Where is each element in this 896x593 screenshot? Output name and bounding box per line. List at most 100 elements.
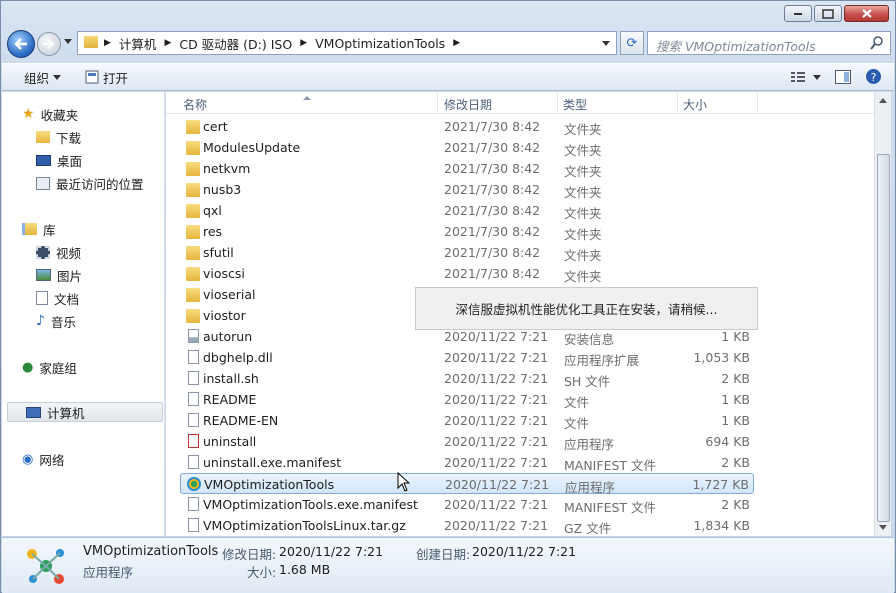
file-row[interactable]: vioscsi 2021/7/30 8:42 文件夹 bbox=[180, 263, 754, 284]
nav-favorites[interactable]: ★ 收藏夹 bbox=[22, 104, 78, 124]
file-date: 2020/11/22 7:21 bbox=[444, 434, 549, 449]
video-icon bbox=[36, 245, 50, 259]
file-date: 2020/11/22 7:21 bbox=[444, 413, 549, 428]
nav-videos[interactable]: 视频 bbox=[36, 242, 81, 262]
nav-music[interactable]: ♪ 音乐 bbox=[36, 311, 76, 331]
file-icon bbox=[188, 518, 199, 532]
nav-documents[interactable]: 文档 bbox=[36, 288, 79, 308]
nav-music-label: 音乐 bbox=[50, 314, 76, 330]
file-name: vioscsi bbox=[203, 266, 245, 281]
toolbar-right: ? bbox=[791, 68, 882, 85]
nav-videos-label: 视频 bbox=[56, 245, 82, 261]
column-divider[interactable] bbox=[757, 92, 758, 114]
folder-icon bbox=[186, 246, 200, 260]
file-date: 2020/11/22 7:21 bbox=[444, 350, 549, 365]
file-type: 文件夹 bbox=[564, 227, 602, 242]
preview-pane-icon[interactable] bbox=[835, 69, 851, 84]
nav-recent[interactable]: 最近访问的位置 bbox=[36, 173, 144, 193]
nav-homegroup[interactable]: ● 家庭组 bbox=[22, 357, 77, 377]
file-type: 文件夹 bbox=[564, 164, 602, 179]
open-button[interactable]: 打开 bbox=[73, 68, 140, 87]
file-type: 文件 bbox=[564, 416, 590, 431]
column-size[interactable]: 大小 bbox=[683, 96, 707, 113]
file-row[interactable]: dbghelp.dll 2020/11/22 7:21 应用程序扩展 1,053 KB bbox=[180, 347, 754, 368]
close-button[interactable] bbox=[844, 5, 889, 22]
file-row[interactable]: sfutil 2021/7/30 8:42 文件夹 bbox=[180, 242, 754, 263]
file-row[interactable]: res 2021/7/30 8:42 文件夹 bbox=[180, 221, 754, 242]
breadcrumb-separator-icon[interactable]: ▶ bbox=[300, 38, 307, 48]
scrollbar-thumb[interactable] bbox=[877, 154, 890, 522]
folder-icon bbox=[186, 162, 200, 176]
details-created-label: 创建日期: bbox=[416, 547, 471, 562]
nav-libraries[interactable]: 库 bbox=[22, 219, 56, 239]
nav-computer[interactable]: 计算机 bbox=[7, 402, 163, 422]
file-name: uninstall bbox=[203, 434, 257, 449]
breadcrumb-separator-icon[interactable]: ▶ bbox=[104, 38, 111, 48]
file-size: 1,053 KB bbox=[693, 350, 750, 365]
window-controls bbox=[784, 5, 889, 22]
recent-pages-dropdown[interactable] bbox=[64, 39, 72, 44]
breadcrumb-separator-icon[interactable]: ▶ bbox=[453, 38, 460, 48]
breadcrumb-separator-icon[interactable]: ▶ bbox=[164, 38, 171, 48]
address-dropdown[interactable] bbox=[602, 41, 610, 46]
file-row[interactable]: qxl 2021/7/30 8:42 文件夹 bbox=[180, 200, 754, 221]
details-created-value: 2020/11/22 7:21 bbox=[472, 544, 577, 559]
file-name: VMOptimizationTools.exe.manifest bbox=[203, 497, 418, 512]
search-input[interactable]: 搜索 VMOptimizationTools bbox=[647, 31, 891, 55]
file-row[interactable]: README 2020/11/22 7:21 文件 1 KB bbox=[180, 389, 754, 410]
column-divider[interactable] bbox=[557, 92, 558, 114]
minimize-button[interactable] bbox=[784, 5, 812, 22]
file-row[interactable]: ModulesUpdate 2021/7/30 8:42 文件夹 bbox=[180, 137, 754, 158]
refresh-button[interactable]: ⟳ bbox=[620, 31, 644, 55]
picture-icon bbox=[36, 269, 51, 281]
organize-button[interactable]: 组织 bbox=[12, 68, 73, 87]
column-type[interactable]: 类型 bbox=[563, 96, 587, 113]
file-date: 2020/11/22 7:21 bbox=[444, 518, 549, 533]
file-row[interactable]: nusb3 2021/7/30 8:42 文件夹 bbox=[180, 179, 754, 200]
network-icon: ◉ bbox=[22, 451, 34, 467]
column-name[interactable]: 名称 bbox=[183, 96, 207, 113]
file-row[interactable]: VMOptimizationToolsLinux.tar.gz 2020/11/2… bbox=[180, 515, 754, 536]
dll-file-icon bbox=[188, 350, 199, 364]
scroll-down-icon[interactable] bbox=[879, 525, 887, 530]
open-icon bbox=[85, 70, 99, 84]
file-row[interactable]: VMOptimizationTools 2020/11/22 7:21 应用程序 1,… bbox=[180, 473, 754, 495]
breadcrumb-folder[interactable]: VMOptimizationTools bbox=[315, 36, 445, 51]
nav-desktop[interactable]: 桌面 bbox=[36, 150, 82, 170]
column-date[interactable]: 修改日期 bbox=[444, 96, 492, 113]
file-row[interactable]: README-EN 2020/11/22 7:21 文件 1 KB bbox=[180, 410, 754, 431]
column-divider[interactable] bbox=[437, 92, 438, 114]
file-row[interactable]: uninstall.exe.manifest 2020/11/22 7:21 MAN… bbox=[180, 452, 754, 473]
change-view-icon[interactable] bbox=[791, 70, 821, 84]
nav-network[interactable]: ◉ 网络 bbox=[22, 449, 64, 469]
file-row[interactable]: cert 2021/7/30 8:42 文件夹 bbox=[180, 116, 754, 137]
column-divider[interactable] bbox=[677, 92, 678, 114]
breadcrumb-computer[interactable]: 计算机 bbox=[119, 34, 157, 53]
file-row[interactable]: VMOptimizationTools.exe.manifest 2020/11/… bbox=[180, 494, 754, 515]
help-icon[interactable]: ? bbox=[865, 68, 882, 85]
forward-button[interactable] bbox=[37, 32, 61, 56]
nav-desktop-label: 桌面 bbox=[57, 153, 83, 169]
file-type: 文件夹 bbox=[564, 248, 602, 263]
file-icon bbox=[188, 455, 199, 469]
file-name: qxl bbox=[203, 203, 222, 218]
file-row[interactable]: uninstall 2020/11/22 7:21 应用程序 694 KB bbox=[180, 431, 754, 452]
file-row[interactable]: install.sh 2020/11/22 7:21 SH 文件 2 KB bbox=[180, 368, 754, 389]
file-name: README-EN bbox=[203, 413, 279, 428]
address-bar[interactable]: ▶ 计算机 ▶ CD 驱动器 (D:) ISO ▶ VMOptimization… bbox=[77, 31, 617, 55]
breadcrumb-cd-drive[interactable]: CD 驱动器 (D:) ISO bbox=[179, 34, 292, 53]
file-name: VMOptimizationToolsLinux.tar.gz bbox=[203, 518, 406, 533]
mouse-cursor-icon bbox=[397, 472, 410, 492]
nav-downloads[interactable]: 下载 bbox=[36, 127, 81, 147]
music-icon: ♪ bbox=[36, 313, 45, 329]
vertical-scrollbar[interactable] bbox=[874, 92, 891, 536]
nav-pictures[interactable]: 图片 bbox=[36, 265, 82, 285]
back-button[interactable] bbox=[7, 30, 35, 58]
scroll-up-icon[interactable] bbox=[879, 98, 887, 103]
maximize-button[interactable] bbox=[814, 5, 842, 22]
file-row[interactable]: netkvm 2021/7/30 8:42 文件夹 bbox=[180, 158, 754, 179]
file-date: 2020/11/22 7:21 bbox=[445, 477, 550, 492]
details-modified-value: 2020/11/22 7:21 bbox=[279, 544, 384, 559]
search-icon[interactable] bbox=[870, 36, 884, 50]
computer-icon bbox=[26, 406, 41, 418]
